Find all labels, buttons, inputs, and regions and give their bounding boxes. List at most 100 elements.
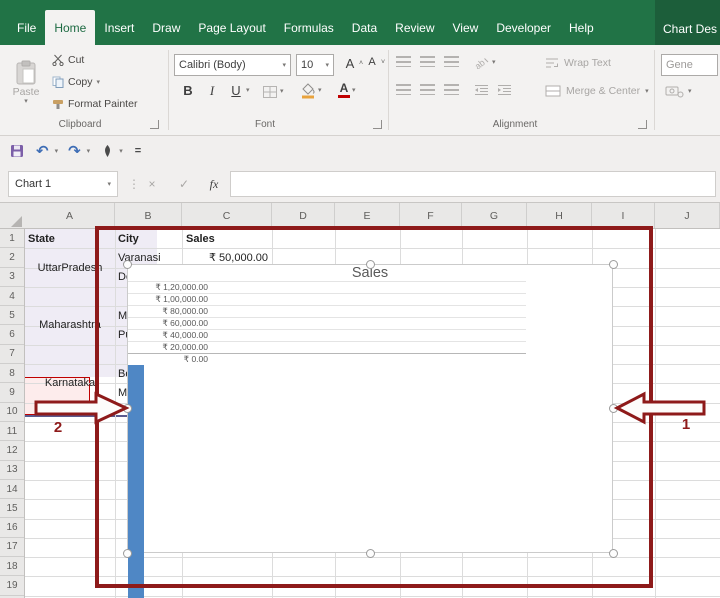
- insert-function-button[interactable]: fx: [202, 171, 226, 197]
- align-middle-icon[interactable]: [420, 56, 435, 67]
- font-name-select[interactable]: Calibri (Body) ▾: [174, 54, 291, 76]
- row-header-5[interactable]: 5: [0, 306, 24, 326]
- save-icon[interactable]: [10, 144, 24, 158]
- align-top-icon[interactable]: [396, 56, 411, 67]
- increase-font-size-button[interactable]: A ˄: [342, 56, 363, 71]
- column-header-B[interactable]: B: [115, 203, 182, 228]
- borders-button[interactable]: ▾: [262, 84, 284, 99]
- fill-color-button[interactable]: ▾: [300, 82, 322, 99]
- dialog-launcher-alignment[interactable]: [638, 120, 647, 129]
- increase-indent-icon[interactable]: [497, 84, 512, 96]
- tab-view[interactable]: View: [444, 10, 488, 45]
- font-size-select[interactable]: 10 ▾: [296, 54, 334, 76]
- row-header-4[interactable]: 4: [0, 287, 24, 307]
- cut-button[interactable]: Cut: [52, 54, 84, 66]
- row-header-8[interactable]: 8: [0, 364, 24, 384]
- redo-button[interactable]: ↷: [68, 144, 81, 159]
- underline-button[interactable]: U ▾: [228, 83, 249, 98]
- italic-button[interactable]: I: [204, 83, 220, 99]
- orientation-button[interactable]: ab ▾: [474, 55, 496, 69]
- dialog-launcher-font[interactable]: [373, 120, 382, 129]
- undo-button[interactable]: ↶: [36, 144, 49, 159]
- copy-label: Copy: [68, 76, 93, 88]
- dialog-launcher-clipboard[interactable]: [150, 120, 159, 129]
- font-name-dropdown-icon: ▾: [282, 61, 286, 69]
- row-header-7[interactable]: 7: [0, 345, 24, 365]
- align-bottom-icon[interactable]: [444, 56, 459, 67]
- column-header-D[interactable]: D: [272, 203, 335, 228]
- excel-window: File Home Insert Draw Page Layout Formulas Dat…: [0, 0, 720, 598]
- inking-dropdown-icon[interactable]: ▾: [119, 148, 123, 155]
- formula-input[interactable]: [230, 171, 716, 197]
- tab-developer[interactable]: Developer: [487, 10, 560, 45]
- copy-icon: [52, 76, 64, 88]
- paste-button[interactable]: Paste ▾: [6, 51, 46, 113]
- customize-qat-icon[interactable]: =: [135, 145, 141, 157]
- column-header-C[interactable]: C: [182, 203, 272, 228]
- column-header-I[interactable]: I: [592, 203, 655, 228]
- copy-button[interactable]: Copy ▾: [52, 76, 100, 88]
- row-header-1[interactable]: 1: [0, 229, 24, 249]
- cut-label: Cut: [68, 54, 85, 66]
- undo-dropdown-icon[interactable]: ▾: [55, 148, 59, 155]
- align-left-icon[interactable]: [396, 84, 411, 95]
- row-header-16[interactable]: 16: [0, 519, 24, 538]
- tab-draw[interactable]: Draw: [143, 10, 189, 45]
- decrease-indent-icon[interactable]: [474, 84, 489, 96]
- borders-dropdown-icon: ▾: [280, 88, 284, 95]
- row-header-12[interactable]: 12: [0, 441, 24, 461]
- tab-formulas[interactable]: Formulas: [275, 10, 343, 45]
- tab-home[interactable]: Home: [45, 10, 96, 45]
- merge-center-button[interactable]: Merge & Center ▾: [545, 85, 649, 97]
- select-all-button[interactable]: [11, 216, 22, 227]
- font-color-button[interactable]: A ▾: [338, 82, 356, 98]
- alignment-group-label: Alignment: [492, 119, 538, 130]
- row-header-6[interactable]: 6: [0, 326, 24, 345]
- annotation-rectangle: [95, 226, 653, 588]
- inking-icon[interactable]: [102, 144, 113, 158]
- redo-dropdown-icon[interactable]: ▾: [87, 148, 91, 155]
- number-format-select[interactable]: Gene: [661, 54, 718, 76]
- tab-chart-design[interactable]: Chart Des: [655, 0, 720, 45]
- cancel-button[interactable]: ×: [140, 171, 164, 197]
- column-header-H[interactable]: H: [527, 203, 592, 228]
- accounting-format-button[interactable]: ▾: [665, 85, 692, 98]
- column-header-F[interactable]: F: [400, 203, 462, 228]
- format-painter-button[interactable]: Format Painter: [52, 98, 137, 110]
- row-header-19[interactable]: 19: [0, 576, 24, 596]
- column-header-E[interactable]: E: [335, 203, 400, 228]
- ribbon-tab-bar: File Home Insert Draw Page Layout Formulas Dat…: [0, 0, 720, 45]
- column-header-J[interactable]: J: [655, 203, 720, 228]
- name-box[interactable]: Chart 1 ▾: [8, 171, 118, 197]
- bold-button[interactable]: B: [180, 83, 196, 98]
- row-header-11[interactable]: 11: [0, 422, 24, 442]
- row-header-14[interactable]: 14: [0, 480, 24, 500]
- align-center-icon[interactable]: [420, 84, 435, 95]
- tab-insert[interactable]: Insert: [95, 10, 143, 45]
- tab-review[interactable]: Review: [386, 10, 443, 45]
- tab-help[interactable]: Help: [560, 10, 603, 45]
- tab-page-layout[interactable]: Page Layout: [189, 10, 274, 45]
- tab-file[interactable]: File: [8, 10, 45, 45]
- orientation-icon: ab: [474, 57, 489, 69]
- wrap-text-button[interactable]: Wrap Text: [545, 57, 611, 69]
- row-header-3[interactable]: 3: [0, 268, 24, 287]
- enter-button[interactable]: ✓: [172, 171, 196, 197]
- cell-header-state[interactable]: State: [28, 229, 55, 248]
- column-header-G[interactable]: G: [462, 203, 527, 228]
- row-header-13[interactable]: 13: [0, 461, 24, 480]
- column-header-A[interactable]: A: [25, 203, 115, 228]
- arrow-1-label: 1: [681, 416, 691, 433]
- decrease-font-size-button[interactable]: A ˅: [364, 56, 385, 68]
- align-right-icon[interactable]: [444, 84, 459, 95]
- row-header-9[interactable]: 9: [0, 383, 24, 403]
- paste-icon: [16, 60, 36, 84]
- ribbon: Paste ▾ Cut Copy ▾ Format Painter Clipbo…: [0, 45, 720, 136]
- row-header-15[interactable]: 15: [0, 499, 24, 519]
- row-header-2[interactable]: 2: [0, 248, 24, 268]
- row-header-17[interactable]: 17: [0, 538, 24, 558]
- row-header-10[interactable]: 10: [0, 403, 24, 422]
- tab-data[interactable]: Data: [343, 10, 386, 45]
- merge-center-dropdown-icon: ▾: [645, 87, 649, 95]
- row-header-18[interactable]: 18: [0, 557, 24, 577]
